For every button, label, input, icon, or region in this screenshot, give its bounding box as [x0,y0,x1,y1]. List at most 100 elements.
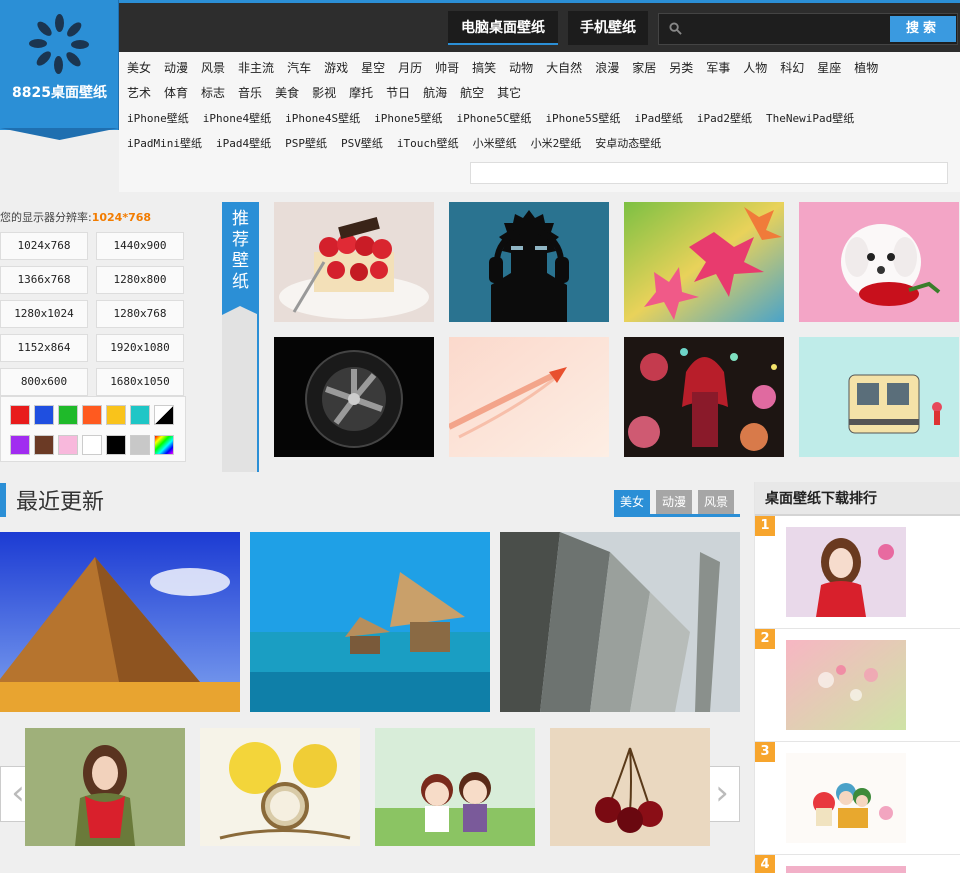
ranking-thumb-cartoon-kids[interactable] [786,753,906,843]
category-link[interactable]: 家居 [632,56,656,81]
category-link[interactable]: 动物 [509,56,533,81]
color-swatch[interactable] [34,405,54,425]
device-category-link[interactable]: iPad2壁纸 [697,106,752,131]
color-swatch[interactable] [10,405,30,425]
color-swatch[interactable] [34,435,54,455]
recommend-thumb-white-puppy[interactable] [799,202,959,322]
category-link[interactable]: 动漫 [164,56,188,81]
latest-tab-anime[interactable]: 动漫 [656,490,692,514]
device-category-link[interactable]: iPhone4S壁纸 [285,106,360,131]
resolution-button[interactable]: 800x600 [0,368,88,396]
category-link[interactable]: 搞笑 [472,56,496,81]
category-link[interactable]: 星座 [817,56,841,81]
latest-thumb-cherries[interactable] [550,728,710,846]
category-link[interactable]: 另类 [669,56,693,81]
color-swatch[interactable] [106,405,126,425]
category-link[interactable]: 科幻 [780,56,804,81]
device-category-link[interactable]: iPhone壁纸 [127,106,189,131]
category-link[interactable]: 军事 [706,56,730,81]
latest-thumb-red-scarf-girl[interactable] [25,728,185,846]
color-swatch[interactable] [58,435,78,455]
category-link[interactable]: 其它 [497,81,521,106]
category-link[interactable]: 帅哥 [435,56,459,81]
ranking-item[interactable]: 1 [755,516,960,629]
recommend-thumb-paper-plane[interactable] [449,337,609,457]
resolution-button[interactable]: 1280x1024 [0,300,88,328]
category-link[interactable]: 体育 [164,81,188,106]
device-category-link[interactable]: iPhone5壁纸 [374,106,442,131]
resolution-button[interactable]: 1920x1080 [96,334,184,362]
category-link[interactable]: 艺术 [127,81,151,106]
device-category-link[interactable]: iPad壁纸 [634,106,683,131]
site-logo[interactable]: 8825桌面壁纸 [0,0,119,140]
category-link[interactable]: 星空 [361,56,385,81]
color-swatch[interactable] [10,435,30,455]
ranking-item[interactable]: 2 [755,629,960,742]
category-link[interactable]: 影视 [312,81,336,106]
color-swatch[interactable] [82,405,102,425]
category-link[interactable]: 节日 [386,81,410,106]
resolution-button[interactable]: 1152x864 [0,334,88,362]
device-category-link[interactable]: PSP壁纸 [285,131,327,156]
category-link[interactable]: 大自然 [546,56,582,81]
latest-tab-scenery[interactable]: 风景 [698,490,734,514]
search-button[interactable]: 搜索 [890,16,956,42]
color-swatch[interactable] [130,435,150,455]
category-link[interactable]: 摩托 [349,81,373,106]
category-link[interactable]: 月历 [398,56,422,81]
device-category-link[interactable]: 小米壁纸 [473,131,517,156]
recommend-thumb-anime-girl[interactable] [624,337,784,457]
ranking-item[interactable]: 4 [755,855,960,873]
category-link[interactable]: 植物 [854,56,878,81]
category-link[interactable]: 人物 [743,56,767,81]
category-link[interactable]: 非主流 [238,56,274,81]
category-link[interactable]: 风景 [201,56,225,81]
category-link[interactable]: 标志 [201,81,225,106]
latest-tab-beauty[interactable]: 美女 [614,490,650,514]
device-category-link[interactable]: iPad4壁纸 [216,131,271,156]
color-swatch[interactable] [58,405,78,425]
ranking-item[interactable]: 3 [755,742,960,855]
resolution-button[interactable]: 1280x800 [96,266,184,294]
device-category-link[interactable]: iPhone5C壁纸 [456,106,531,131]
category-link[interactable]: 游戏 [324,56,348,81]
category-link[interactable]: 浪漫 [595,56,619,81]
color-swatch[interactable] [106,435,126,455]
category-link[interactable]: 航海 [423,81,447,106]
device-category-link[interactable]: TheNewiPad壁纸 [766,106,854,131]
category-link[interactable]: 汽车 [287,56,311,81]
ranking-thumb-pink-bokeh[interactable] [786,640,906,730]
device-category-link[interactable]: 小米2壁纸 [531,131,582,156]
category-link[interactable]: 航空 [460,81,484,106]
latest-thumb-skyscrapers[interactable] [500,532,740,712]
resolution-button[interactable]: 1440x900 [96,232,184,260]
category-link[interactable]: 美食 [275,81,299,106]
resolution-button[interactable]: 1366x768 [0,266,88,294]
color-swatch[interactable] [154,405,174,425]
recommend-thumb-cake[interactable] [274,202,434,322]
latest-thumb-roses-watch[interactable] [200,728,360,846]
color-swatch[interactable] [130,405,150,425]
color-swatch[interactable] [82,435,102,455]
resolution-button[interactable]: 1280x768 [96,300,184,328]
device-category-link[interactable]: PSV壁纸 [341,131,383,156]
latest-thumb-pyramid[interactable] [0,532,240,712]
recommend-thumb-car-wheel[interactable] [274,337,434,457]
device-category-link[interactable]: iTouch壁纸 [397,131,459,156]
recommend-thumb-headphones[interactable] [449,202,609,322]
ranking-thumb-pink[interactable] [786,866,906,873]
device-category-link[interactable]: iPadMini壁纸 [127,131,202,156]
device-category-link[interactable]: iPhone5S壁纸 [545,106,620,131]
recommend-thumb-tram[interactable] [799,337,959,457]
resolution-button[interactable]: 1024x768 [0,232,88,260]
sub-search-bar[interactable] [470,162,948,184]
ranking-thumb-christmas-girl[interactable] [786,527,906,617]
latest-thumb-cartoon-couple[interactable] [375,728,535,846]
search-input[interactable] [689,18,884,40]
tab-mobile-wallpaper[interactable]: 手机壁纸 [568,11,648,45]
device-category-link[interactable]: iPhone4壁纸 [203,106,271,131]
category-link[interactable]: 音乐 [238,81,262,106]
color-swatch[interactable] [154,435,174,455]
recommend-thumb-autumn-leaves[interactable] [624,202,784,322]
category-link[interactable]: 美女 [127,56,151,81]
